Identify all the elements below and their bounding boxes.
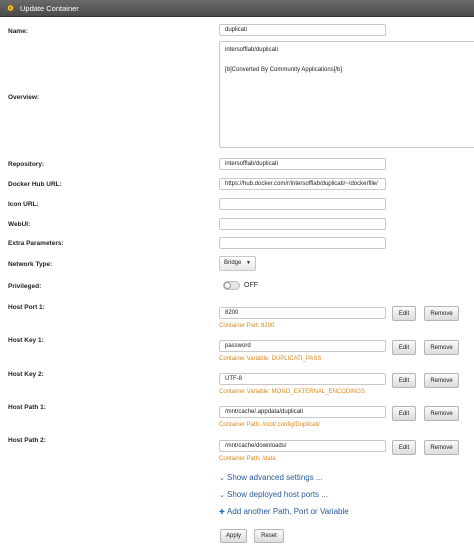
privileged-toggle[interactable] (223, 281, 240, 290)
overview-textarea[interactable]: intersofflab/duplicati [b]Converted By C… (219, 41, 474, 148)
host-path-1-remove-button[interactable]: Remove (424, 406, 459, 421)
host-path-2-remove-button[interactable]: Remove (424, 440, 459, 455)
apply-button[interactable]: Apply (220, 529, 247, 543)
repository-label: Repository: (8, 161, 45, 168)
host-path-1-hint: Container Path: /root/.config/Duplicati/ (219, 422, 321, 428)
host-port-1-hint: Container Port: 8200 (219, 323, 275, 329)
host-key-2-hint: Container Variable: MONO_EXTERNAL_ENCODI… (219, 389, 365, 395)
name-label: Name: (8, 28, 28, 35)
extra-parameters-input[interactable] (219, 237, 386, 249)
name-input[interactable]: duplicati (219, 24, 386, 36)
add-path-port-variable-label: Add another Path, Port or Variable (227, 507, 349, 516)
extra-parameters-label: Extra Parameters: (8, 240, 64, 247)
network-type-select[interactable]: Bridge ▼ (219, 256, 256, 271)
host-key-1-remove-button[interactable]: Remove (424, 340, 459, 355)
show-advanced-settings-link[interactable]: ⌄ Show advanced settings ... (219, 473, 323, 482)
icon-url-input[interactable] (219, 198, 386, 210)
docker-hub-url-input[interactable]: https://hub.docker.com/r/intersofflab/du… (219, 178, 386, 190)
chevron-down-icon: ▼ (246, 260, 251, 266)
page-title: Update Container (20, 3, 79, 13)
chevron-down-icon: ⌄ (219, 492, 225, 499)
toggle-knob (224, 282, 231, 289)
docker-hub-url-label: Docker Hub URL: (8, 181, 62, 188)
add-path-port-variable-link[interactable]: ✚ Add another Path, Port or Variable (219, 507, 349, 516)
host-port-1-input[interactable]: 8200 (219, 307, 386, 319)
host-key-1-edit-button[interactable]: Edit (392, 340, 416, 355)
repository-input[interactable]: intersofflab/duplicati (219, 158, 386, 170)
show-deployed-ports-link[interactable]: ⌄ Show deployed host ports ... (219, 490, 328, 499)
host-path-2-label: Host Path 2: (8, 437, 46, 444)
window-titlebar: Update Container (0, 0, 474, 17)
host-key-1-label: Host Key 1: (8, 337, 44, 344)
webui-label: WebUI: (8, 221, 31, 228)
show-advanced-settings-label: Show advanced settings ... (227, 473, 323, 482)
reset-button[interactable]: Reset (254, 529, 284, 543)
gear-icon (6, 4, 15, 12)
host-port-1-edit-button[interactable]: Edit (392, 306, 416, 321)
icon-url-label: Icon URL: (8, 201, 39, 208)
host-path-1-edit-button[interactable]: Edit (392, 406, 416, 421)
host-path-2-hint: Container Path: /data (219, 456, 276, 462)
host-port-1-remove-button[interactable]: Remove (424, 306, 459, 321)
webui-input[interactable] (219, 218, 386, 230)
host-path-2-edit-button[interactable]: Edit (392, 440, 416, 455)
overview-label: Overview: (8, 94, 40, 101)
chevron-down-icon: ⌄ (219, 475, 225, 482)
host-path-2-input[interactable]: /mnt/cache/downloads/ (219, 440, 386, 452)
overview-line-2: [b]Converted By Community Applications[/… (225, 67, 343, 73)
host-key-1-hint: Container Variable: DUPLICATI_PASS (219, 356, 322, 362)
network-type-value: Bridge (224, 260, 242, 266)
show-deployed-ports-label: Show deployed host ports ... (227, 490, 328, 499)
host-key-1-input[interactable]: password (219, 340, 386, 352)
host-key-2-edit-button[interactable]: Edit (392, 373, 416, 388)
privileged-state: OFF (244, 282, 258, 289)
host-key-2-remove-button[interactable]: Remove (424, 373, 459, 388)
host-key-2-label: Host Key 2: (8, 371, 44, 378)
network-type-label: Network Type: (8, 261, 53, 268)
plus-icon: ✚ (219, 509, 225, 516)
host-key-2-input[interactable]: UTF-8 (219, 373, 386, 385)
host-path-1-label: Host Path 1: (8, 404, 46, 411)
host-port-1-label: Host Port 1: (8, 304, 45, 311)
overview-line-1: intersofflab/duplicati (225, 47, 278, 53)
host-path-1-input[interactable]: /mnt/cache/.appdata/duplicati (219, 406, 386, 418)
privileged-label: Privileged: (8, 283, 42, 290)
